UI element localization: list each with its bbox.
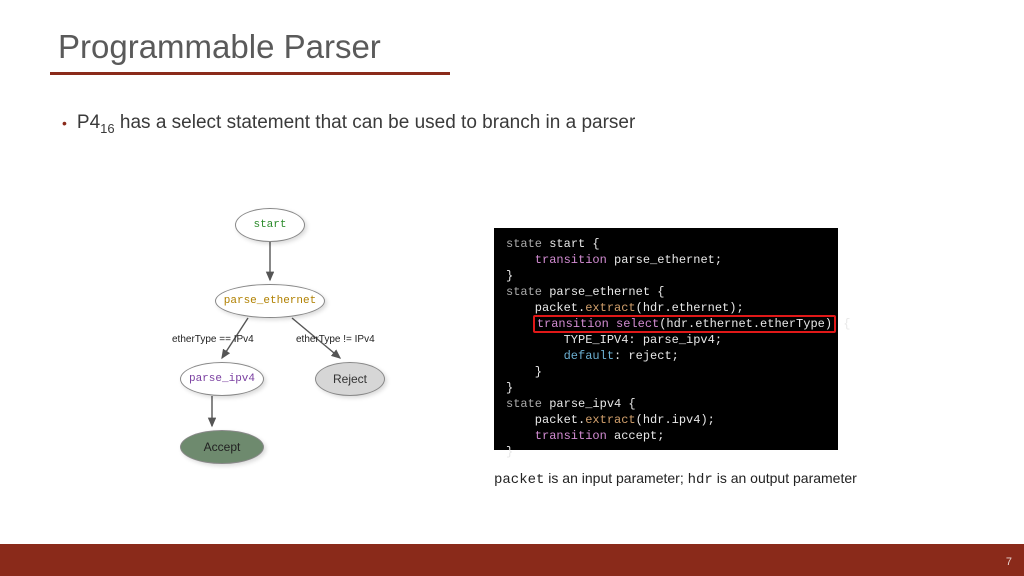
code-text: } — [506, 269, 513, 283]
code-text: } — [506, 365, 542, 379]
kw-transition: transition — [506, 253, 614, 267]
code-text: parse_ipv4 { — [549, 397, 635, 411]
code-text: parse_ethernet; — [614, 253, 722, 267]
kw-state: state — [506, 397, 549, 411]
bullet-text: P416 has a select statement that can be … — [77, 112, 635, 136]
page-number: 7 — [1006, 556, 1012, 568]
code-text: (hdr.ethernet); — [636, 301, 744, 315]
code-text: parse_ethernet { — [549, 285, 664, 299]
bullet-prefix: P4 — [77, 112, 100, 133]
kw-state: state — [506, 285, 549, 299]
kw-extract: extract — [585, 301, 635, 315]
code-caption: packet is an input parameter; hdr is an … — [494, 470, 857, 488]
title-underline — [50, 72, 450, 75]
caption-text: is an output parameter — [713, 470, 857, 486]
code-text: TYPE_IPV4: parse_ipv4; — [506, 333, 722, 347]
kw-default: default — [564, 349, 614, 363]
highlighted-code: transition select(hdr.ethernet.etherType… — [533, 315, 836, 333]
node-reject: Reject — [315, 362, 385, 396]
node-start: start — [235, 208, 305, 242]
code-text — [506, 349, 564, 363]
code-block: state start { transition parse_ethernet;… — [494, 228, 838, 450]
bullet-item: • P416 has a select statement that can b… — [62, 112, 635, 136]
parser-flowchart: start parse_ethernet parse_ipv4 Reject A… — [160, 208, 440, 468]
caption-text: is an input parameter; — [544, 470, 687, 486]
code-text: accept; — [614, 429, 664, 443]
node-parse-ipv4: parse_ipv4 — [180, 362, 264, 396]
code-text: (hdr.ethernet.etherType) — [659, 317, 832, 331]
node-accept: Accept — [180, 430, 264, 464]
caption-mono-packet: packet — [494, 472, 544, 488]
edge-label-not-ipv4: etherType != IPv4 — [296, 334, 375, 345]
code-text: } — [506, 445, 513, 459]
node-parse-ethernet: parse_ethernet — [215, 284, 325, 318]
caption-mono-hdr: hdr — [688, 472, 713, 488]
bullet-subscript: 16 — [100, 121, 114, 136]
code-text — [506, 317, 535, 331]
code-text: start { — [549, 237, 599, 251]
code-text: : reject; — [614, 349, 679, 363]
bullet-rest: has a select statement that can be used … — [115, 112, 636, 133]
code-text: (hdr.ipv4); — [636, 413, 715, 427]
footer-bar: 7 — [0, 544, 1024, 576]
code-text: packet. — [506, 301, 585, 315]
kw-state: state — [506, 237, 549, 251]
kw-extract: extract — [585, 413, 635, 427]
code-text: } — [506, 381, 513, 395]
edge-label-ipv4: etherType == IPv4 — [172, 334, 254, 345]
code-text: { — [836, 317, 850, 331]
code-text: packet. — [506, 413, 585, 427]
slide-title: Programmable Parser — [58, 28, 381, 74]
kw-transition: transition — [506, 429, 614, 443]
bullet-dot-icon: • — [62, 116, 67, 130]
kw-transition-select: transition select — [537, 317, 659, 331]
